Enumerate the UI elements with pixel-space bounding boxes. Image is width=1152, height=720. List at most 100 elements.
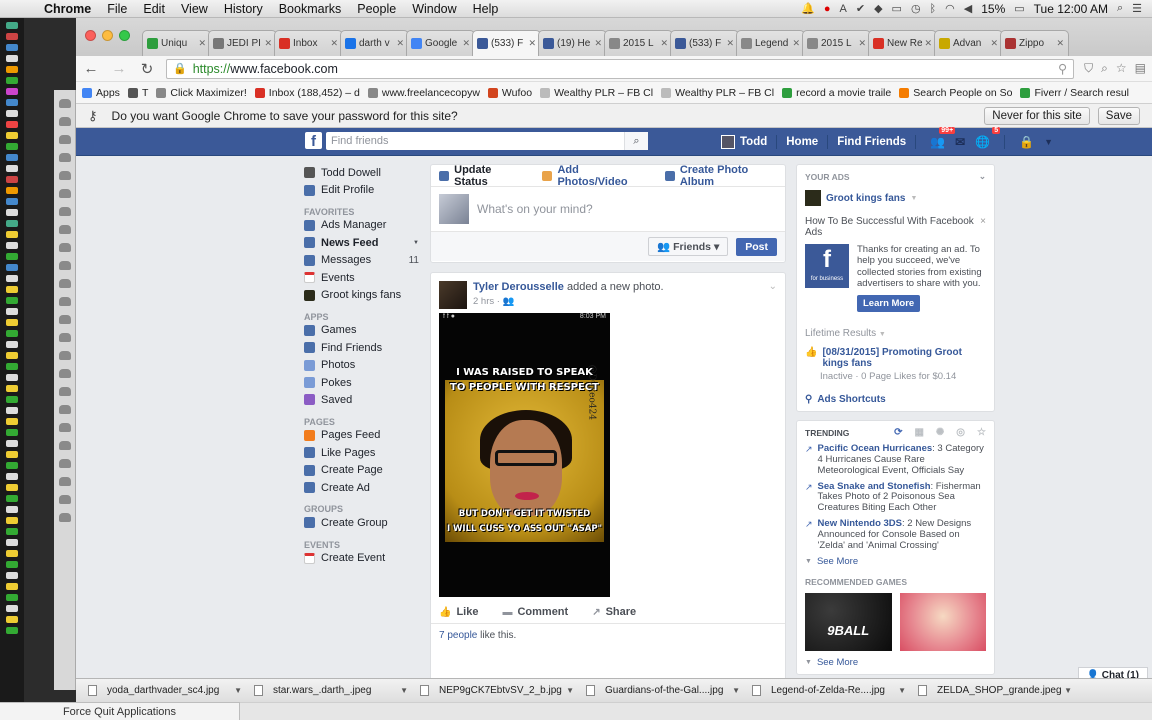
see-more-games-link[interactable]: ▼ See More — [805, 657, 986, 668]
menu-history[interactable]: History — [216, 2, 271, 16]
dock-app-icon[interactable] — [6, 550, 18, 557]
dock-app-icon[interactable] — [6, 517, 18, 524]
dock-app-icon[interactable] — [6, 462, 18, 469]
trending-topic[interactable]: Sea Snake and Stonefish — [818, 481, 931, 492]
battery-icon[interactable]: ▭ — [1014, 2, 1024, 15]
dock-app-icon[interactable] — [6, 99, 18, 106]
dock-app-icon[interactable] — [6, 396, 18, 403]
game-tile-9ball[interactable]: 9BALL — [805, 593, 892, 652]
dock-app-icon[interactable] — [6, 187, 18, 194]
browser-tab[interactable]: Advan ✕ — [934, 30, 1003, 56]
tab-update-status[interactable]: Update Status — [439, 164, 522, 188]
close-tab-icon[interactable]: ✕ — [990, 38, 998, 49]
sports-icon[interactable]: ◎ — [956, 427, 965, 438]
see-more-trending-link[interactable]: ▼ See More — [805, 556, 986, 567]
sidebar-item-groot-kings-fans[interactable]: Groot kings fans — [304, 286, 419, 303]
dock-app-icon[interactable] — [6, 110, 18, 117]
dock-app-icon[interactable] — [6, 297, 18, 304]
nav-profile-link[interactable]: Todd — [740, 136, 767, 148]
menu-window[interactable]: Window — [404, 2, 464, 16]
facebook-search-input[interactable]: Find friends ⌕ — [326, 132, 648, 150]
bookmark-item[interactable]: Inbox (188,452) – d — [254, 87, 360, 99]
like-button[interactable]: 👍 Like — [439, 606, 478, 618]
dock-app-icon[interactable] — [6, 506, 18, 513]
download-item[interactable]: Guardians-of-the-Gal....jpg ▼ — [586, 685, 752, 696]
chevron-down-icon[interactable]: ▼ — [898, 686, 906, 695]
bell-icon[interactable]: 🔔 — [801, 2, 815, 15]
browser-tab[interactable]: darth v ✕ — [340, 30, 409, 56]
dock-app-icon[interactable] — [6, 319, 18, 326]
bookmark-item[interactable]: Fiverr / Search resul — [1020, 87, 1129, 99]
dock-app-icon[interactable] — [6, 275, 18, 282]
dock-app-icon[interactable] — [6, 616, 18, 623]
sidebar-item-create-ad[interactable]: Create Ad — [304, 479, 419, 496]
close-tab-icon[interactable]: ✕ — [858, 38, 866, 49]
download-item[interactable]: Legend-of-Zelda-Re....jpg ▼ — [752, 685, 918, 696]
dock-app-icon[interactable] — [6, 495, 18, 502]
chevron-down-icon[interactable]: ▼ — [413, 240, 419, 246]
browser-tab[interactable]: (533) F ✕ — [670, 30, 739, 56]
dock-app-icon[interactable] — [6, 352, 18, 359]
likes-count-link[interactable]: 7 people — [439, 630, 477, 641]
browser-tab[interactable]: (533) F ✕ — [472, 30, 541, 56]
bookmark-item[interactable]: Wealthy PLR – FB Cl — [540, 87, 653, 99]
close-window-button[interactable] — [85, 30, 96, 41]
ad-page-name[interactable]: Groot kings fans — [826, 193, 905, 204]
close-tab-icon[interactable]: ✕ — [1056, 38, 1064, 49]
check-icon[interactable]: ✔ — [856, 2, 865, 15]
bookmark-item[interactable]: T — [127, 87, 148, 99]
close-tab-icon[interactable]: ✕ — [528, 38, 536, 49]
menubar-clock[interactable]: Tue 12:00 AM — [1034, 2, 1108, 16]
sidebar-item-events[interactable]: Events — [304, 269, 419, 286]
close-tab-icon[interactable]: ✕ — [264, 38, 272, 49]
sidebar-item-pokes[interactable]: Pokes — [304, 374, 419, 391]
science-icon[interactable]: ✺ — [936, 427, 944, 438]
bookmark-item[interactable]: www.freelancecopyw — [367, 87, 480, 99]
ad-page-row[interactable]: Groot kings fans ▼ — [805, 190, 986, 206]
dock-app-icon[interactable] — [6, 539, 18, 546]
sidebar-item-find-friends[interactable]: Find Friends — [304, 339, 419, 356]
account-menu-chevron-icon[interactable]: ▼ — [1044, 137, 1053, 147]
sidebar-header-groups[interactable]: GROUPS — [304, 500, 419, 514]
dock-app-icon[interactable] — [6, 561, 18, 568]
sidebar-item-games[interactable]: Games — [304, 322, 419, 339]
messages-icon[interactable]: ✉ — [955, 135, 965, 149]
trending-topic[interactable]: New Nintendo 3DS — [818, 518, 902, 529]
story-photo[interactable]: f f ● 8:03 PM @Dukeo424 I WAS RAISED TO S… — [439, 313, 610, 597]
dock-app-icon[interactable] — [6, 121, 18, 128]
profile-icon[interactable]: ▤ — [1135, 61, 1146, 76]
chevron-down-icon[interactable]: ▼ — [879, 331, 886, 338]
sidebar-header-apps[interactable]: APPS — [304, 308, 419, 322]
menu-view[interactable]: View — [173, 2, 216, 16]
dropbox-icon[interactable]: ◆ — [874, 2, 882, 15]
dock-app-icon[interactable] — [6, 528, 18, 535]
dock-app-icon[interactable] — [6, 605, 18, 612]
dock-app-icon[interactable] — [6, 176, 18, 183]
address-bar[interactable]: 🔒 https:// www.facebook.com ⚲ — [166, 58, 1075, 79]
spotlight-search-icon[interactable]: ⌕ — [1117, 2, 1123, 15]
minimize-window-button[interactable] — [102, 30, 113, 41]
menu-app-name[interactable]: Chrome — [36, 2, 99, 16]
dock-app-icon[interactable] — [6, 440, 18, 447]
dock-app-icon[interactable] — [6, 363, 18, 370]
browser-tab[interactable]: JEDI PI ✕ — [208, 30, 277, 56]
close-tab-icon[interactable]: ✕ — [792, 38, 800, 49]
dock-app-icon[interactable] — [6, 253, 18, 260]
promotion-link[interactable]: 👍 [08/31/2015] Promoting Groot kings fans — [805, 347, 986, 369]
dock-app-icon[interactable] — [6, 66, 18, 73]
sidebar-item-create-group[interactable]: Create Group — [304, 514, 419, 531]
dock-app-icon[interactable] — [6, 220, 18, 227]
close-icon[interactable]: × — [980, 216, 986, 238]
sidebar-header-favorites[interactable]: FAVORITES — [304, 203, 419, 217]
menu-edit[interactable]: Edit — [135, 2, 173, 16]
dock-app-icon[interactable] — [6, 594, 18, 601]
dock-app-icon[interactable] — [6, 198, 18, 205]
dock-app-icon[interactable] — [6, 209, 18, 216]
browser-tab[interactable]: 2015 L ✕ — [604, 30, 673, 56]
star-icon[interactable]: ☆ — [1116, 61, 1127, 76]
sidebar-item-profile[interactable]: Todd Dowell — [304, 164, 419, 181]
dock-app-icon[interactable] — [6, 88, 18, 95]
dock-app-icon[interactable] — [6, 231, 18, 238]
never-for-this-site-button[interactable]: Never for this site — [984, 106, 1090, 125]
close-tab-icon[interactable]: ✕ — [462, 38, 470, 49]
